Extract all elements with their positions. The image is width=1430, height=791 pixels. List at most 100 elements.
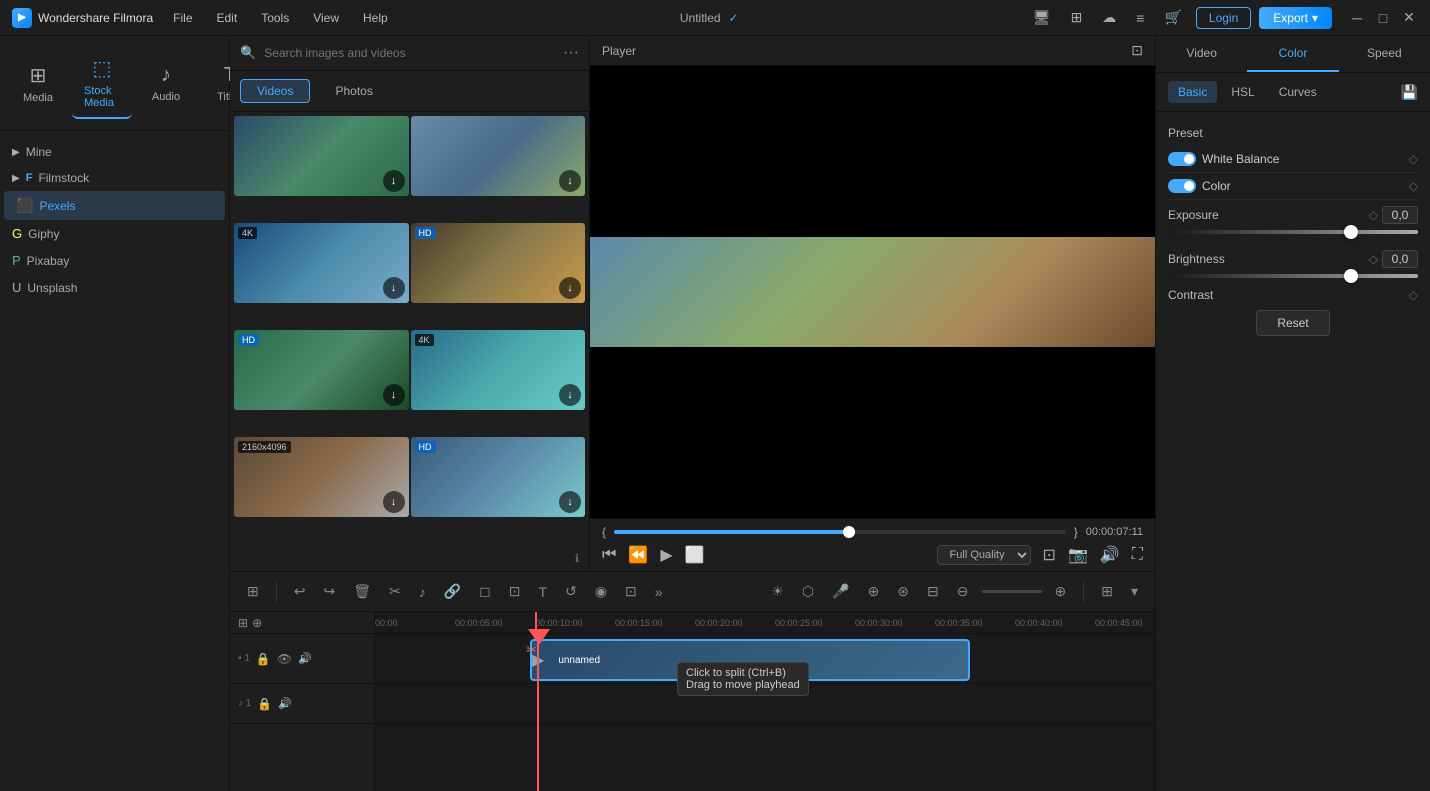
- save-preset-icon[interactable]: 💾: [1401, 84, 1418, 101]
- tl-redo-icon[interactable]: ↪: [318, 580, 340, 603]
- tl-circle-icon[interactable]: ◉: [590, 580, 612, 603]
- color-keyframe-icon[interactable]: ◇: [1409, 179, 1418, 193]
- sub-tab-hsl[interactable]: HSL: [1221, 81, 1264, 103]
- tl-plus-zoom-icon[interactable]: ⊕: [1050, 580, 1072, 603]
- tl-copy-icon[interactable]: ⊕: [863, 580, 885, 603]
- contrast-keyframe-icon[interactable]: ◇: [1409, 288, 1418, 302]
- link-track-icon[interactable]: ⊕: [252, 616, 262, 630]
- sidebar-item-unsplash[interactable]: U Unsplash: [0, 274, 229, 301]
- tl-rotate-icon[interactable]: ↺: [560, 580, 582, 603]
- tl-layout-grid-icon[interactable]: ⊞: [242, 580, 264, 603]
- progress-bar[interactable]: [614, 530, 1066, 534]
- tl-cut-icon[interactable]: ✂: [384, 580, 406, 603]
- tl-sun-icon[interactable]: ☀: [766, 580, 789, 603]
- media-thumb-5[interactable]: HD ↓: [234, 330, 409, 410]
- download-icon-3[interactable]: ↓: [383, 277, 405, 299]
- download-icon-2[interactable]: ↓: [559, 170, 581, 192]
- brightness-keyframe-icon[interactable]: ◇: [1369, 252, 1378, 266]
- exposure-slider-track[interactable]: [1168, 230, 1418, 234]
- zoom-slider[interactable]: [982, 590, 1042, 593]
- tl-audio-icon[interactable]: ♪: [414, 581, 431, 603]
- bracket-open-icon[interactable]: {: [602, 525, 606, 539]
- download-icon-5[interactable]: ↓: [383, 384, 405, 406]
- tl-minus-zoom-icon[interactable]: ⊖: [952, 580, 974, 603]
- audio-vol-icon[interactable]: 🔊: [278, 697, 292, 710]
- tab-color[interactable]: Color: [1247, 36, 1338, 72]
- lock-icon-1[interactable]: 🔒: [256, 652, 271, 666]
- tab-video[interactable]: Video: [1156, 36, 1247, 72]
- tab-speed[interactable]: Speed: [1339, 36, 1430, 72]
- snapshot-button[interactable]: ⬜: [685, 545, 705, 565]
- add-track-icon[interactable]: ⊞: [238, 616, 248, 630]
- tab-photos[interactable]: Photos: [318, 79, 389, 103]
- download-icon-1[interactable]: ↓: [383, 170, 405, 192]
- exposure-keyframe-icon[interactable]: ◇: [1369, 208, 1378, 222]
- brightness-slider-thumb[interactable]: [1344, 269, 1358, 283]
- close-button[interactable]: ✕: [1400, 9, 1418, 26]
- sidebar-item-filmstock[interactable]: ▶ F Filmstock: [0, 165, 229, 191]
- menu-edit[interactable]: Edit: [213, 9, 242, 27]
- tl-pip-icon[interactable]: ⊡: [620, 580, 642, 603]
- login-button[interactable]: Login: [1196, 7, 1251, 29]
- tl-resize-icon[interactable]: ⊡: [504, 580, 526, 603]
- toolbar-item-stock-media[interactable]: ⬚ Stock Media: [72, 48, 132, 119]
- menu-help[interactable]: Help: [359, 9, 392, 27]
- tl-crop-icon[interactable]: ◻: [474, 580, 496, 603]
- brightness-value[interactable]: 0,0: [1382, 250, 1418, 268]
- snapshot2-button[interactable]: 📷: [1068, 545, 1088, 565]
- toolbar-item-media[interactable]: ⊞ Media: [8, 55, 68, 112]
- split-scissors-icon[interactable]: ✂: [526, 642, 537, 658]
- tl-shield-icon[interactable]: ⬡: [797, 580, 819, 603]
- frame-back-button[interactable]: ⏪: [628, 545, 648, 565]
- download-icon-6[interactable]: ↓: [559, 384, 581, 406]
- white-balance-toggle[interactable]: [1168, 152, 1196, 166]
- play-button[interactable]: ▶: [660, 545, 672, 565]
- tl-mic-icon[interactable]: 🎤: [827, 580, 854, 603]
- menu-file[interactable]: File: [169, 9, 196, 27]
- toolbar-item-audio[interactable]: ♪ Audio: [136, 56, 196, 111]
- sidebar-item-pexels[interactable]: ⬛ Pexels: [4, 191, 225, 220]
- media-thumb-4[interactable]: HD ↓: [411, 223, 586, 303]
- sidebar-item-pixabay[interactable]: P Pixabay: [0, 247, 229, 274]
- cart-icon[interactable]: 🛒: [1158, 7, 1187, 28]
- menu-tools[interactable]: Tools: [257, 9, 293, 27]
- go-start-button[interactable]: ⏮: [602, 546, 616, 564]
- media-thumb-6[interactable]: 4K ↓: [411, 330, 586, 410]
- color-toggle[interactable]: [1168, 179, 1196, 193]
- quality-select[interactable]: Full Quality: [937, 545, 1031, 565]
- search-more-icon[interactable]: ···: [563, 44, 579, 62]
- media-thumb-3[interactable]: 4K ↓: [234, 223, 409, 303]
- layout-icon[interactable]: ⊞: [1065, 7, 1089, 28]
- sub-tab-basic[interactable]: Basic: [1168, 81, 1217, 103]
- tl-delete-icon[interactable]: 🗑: [348, 580, 376, 603]
- tl-more-tools-icon[interactable]: »: [650, 581, 668, 603]
- tl-pip2-icon[interactable]: ⊟: [922, 580, 944, 603]
- reset-button[interactable]: Reset: [1256, 310, 1329, 336]
- vol-icon-1[interactable]: 🔊: [298, 652, 312, 665]
- exposure-value[interactable]: 0,0: [1382, 206, 1418, 224]
- download-icon-4[interactable]: ↓: [559, 277, 581, 299]
- download-icon-7[interactable]: ↓: [383, 491, 405, 513]
- menu-view[interactable]: View: [309, 9, 343, 27]
- player-fullscreen-icon[interactable]: ⊡: [1131, 42, 1143, 59]
- progress-thumb[interactable]: [843, 526, 855, 538]
- tl-chevron-down-icon[interactable]: ▾: [1126, 580, 1143, 603]
- exposure-slider-thumb[interactable]: [1344, 225, 1358, 239]
- minimize-button[interactable]: ─: [1348, 9, 1366, 26]
- tl-face-icon[interactable]: ⊛: [892, 580, 914, 603]
- export-button[interactable]: Export ▾: [1259, 7, 1332, 29]
- fullscreen-button[interactable]: ⛶: [1132, 546, 1143, 564]
- monitor-icon[interactable]: 🖥: [1027, 7, 1057, 28]
- media-thumb-2[interactable]: ↓: [411, 116, 586, 196]
- brightness-slider-track[interactable]: [1168, 274, 1418, 278]
- menu-icon[interactable]: ≡: [1130, 8, 1150, 28]
- tl-link-icon[interactable]: 🔗: [439, 580, 466, 603]
- download-icon-8[interactable]: ↓: [559, 491, 581, 513]
- media-thumb-8[interactable]: HD ↓: [411, 437, 586, 517]
- audio-lock-icon[interactable]: 🔒: [257, 697, 272, 711]
- tl-text-icon[interactable]: T: [534, 581, 553, 603]
- tl-undo-icon[interactable]: ↩: [289, 580, 311, 603]
- media-thumb-1[interactable]: ↓: [234, 116, 409, 196]
- eye-icon-1[interactable]: 👁: [277, 652, 292, 666]
- cloud-icon[interactable]: ☁: [1096, 7, 1122, 28]
